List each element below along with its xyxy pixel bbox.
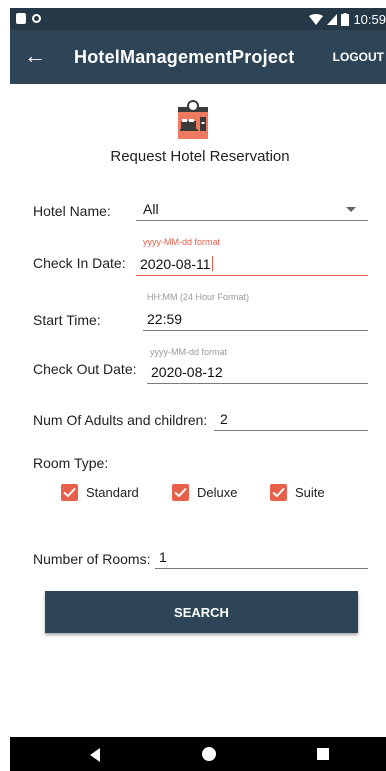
check-in-hint: yyyy-MM-dd format — [143, 237, 221, 247]
start-time-label: Start Time: — [33, 312, 101, 328]
nav-home-icon[interactable] — [202, 747, 216, 761]
check-out-value: 2020-08-12 — [151, 364, 223, 380]
check-in-value: 2020-08-11 — [140, 256, 211, 272]
checkbox-label: Deluxe — [197, 485, 238, 500]
adults-input[interactable]: 2 — [214, 408, 368, 431]
check-out-hint: yyyy-MM-dd format — [150, 347, 228, 357]
checkbox-standard[interactable]: Standard — [61, 484, 139, 501]
checkbox-suite[interactable]: Suite — [270, 484, 325, 501]
checkbox-label: Standard — [86, 485, 139, 500]
battery-icon — [341, 13, 350, 26]
nav-recents-icon[interactable] — [317, 748, 329, 760]
start-time-hint: HH:MM (24 Hour Format) — [147, 292, 250, 302]
search-button[interactable]: SEARCH — [45, 591, 358, 633]
logout-button[interactable]: LOGOUT — [333, 50, 384, 64]
adults-value: 2 — [220, 411, 228, 427]
hotel-logo-icon — [178, 100, 208, 139]
checkbox-checked-icon — [61, 484, 78, 501]
rooms-value: 1 — [159, 549, 167, 565]
room-type-label: Room Type: — [33, 455, 109, 471]
check-out-label: Check Out Date: — [33, 361, 137, 377]
adults-label: Num Of Adults and children: — [33, 412, 208, 428]
hotel-name-value: All — [143, 201, 159, 217]
rooms-label: Number of Rooms: — [33, 551, 151, 567]
check-out-date-input[interactable]: 2020-08-12 — [147, 361, 368, 384]
check-in-label: Check In Date: — [33, 255, 126, 271]
checkbox-label: Suite — [295, 485, 325, 500]
back-arrow-icon[interactable]: ← — [24, 43, 46, 69]
status-time: 10:59 — [353, 12, 386, 27]
checkbox-deluxe[interactable]: Deluxe — [172, 484, 237, 501]
hotel-name-dropdown[interactable]: All — [136, 198, 368, 221]
signal-icon — [327, 14, 338, 25]
nav-back-icon[interactable] — [90, 748, 100, 762]
app-title: HotelManagementProject — [74, 47, 295, 67]
start-time-input[interactable]: 22:59 — [143, 308, 368, 331]
dropdown-arrow-icon — [346, 207, 356, 212]
page-title: Request Hotel Reservation — [110, 148, 290, 165]
system-nav-bar — [10, 737, 386, 771]
sd-card-icon — [16, 13, 26, 24]
rooms-input[interactable]: 1 — [155, 546, 368, 569]
start-time-value: 22:59 — [147, 311, 183, 327]
app-bar: ← HotelManagementProject LOGOUT — [10, 30, 386, 84]
hotel-name-label: Hotel Name: — [33, 203, 111, 219]
checkbox-checked-icon — [270, 484, 287, 501]
sync-icon — [32, 14, 41, 23]
status-bar: 10:59 — [10, 8, 386, 30]
wifi-icon — [309, 13, 324, 25]
check-in-date-input[interactable]: 2020-08-11 — [136, 253, 368, 276]
checkbox-checked-icon — [172, 484, 189, 501]
text-cursor — [211, 256, 213, 271]
